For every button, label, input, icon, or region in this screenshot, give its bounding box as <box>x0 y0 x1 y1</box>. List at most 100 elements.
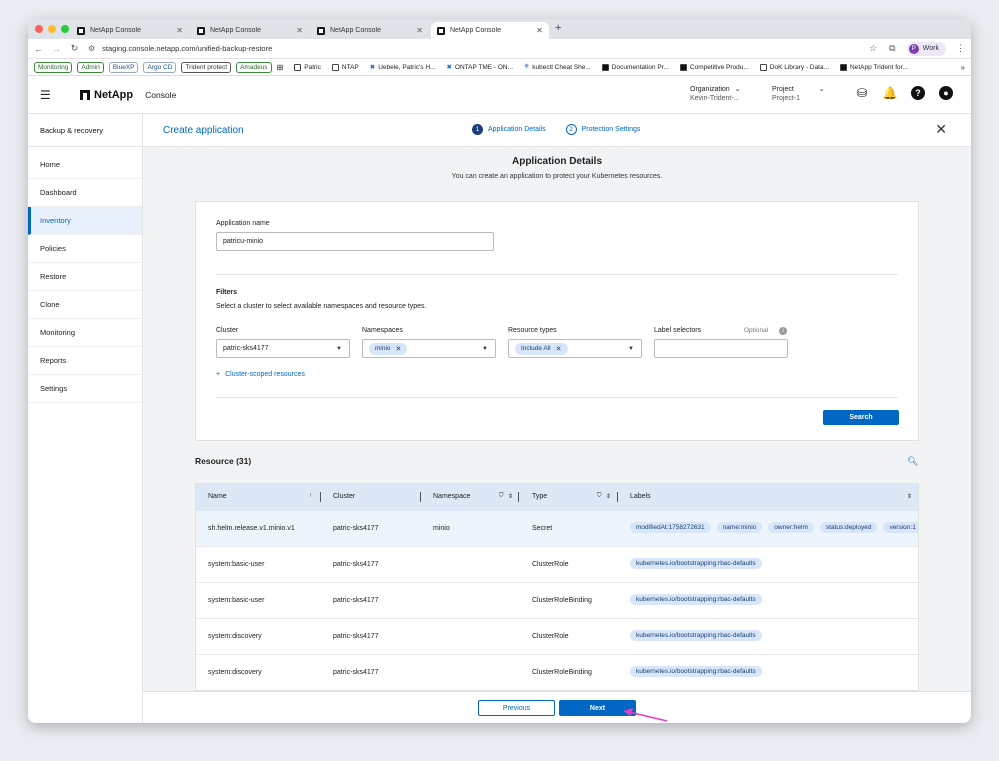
step-application-details[interactable]: 1 Application Details <box>472 124 546 135</box>
column-header-cluster[interactable]: Cluster <box>333 493 355 500</box>
bookmark-competitive[interactable]: Competitive Produ... <box>679 63 749 71</box>
minimize-window-button[interactable] <box>48 25 56 33</box>
bookmark-star-icon[interactable]: ☆ <box>869 43 878 54</box>
cluster-select[interactable]: patric-sks4177 ▼ <box>216 339 350 358</box>
sidebar-item-settings[interactable]: Settings <box>28 375 142 403</box>
search-button[interactable]: Search <box>823 410 899 425</box>
table-row[interactable]: system:basic-user patric-sks4177 Cluster… <box>196 547 918 583</box>
bookmark-folder-patric[interactable]: Patric <box>294 63 321 71</box>
bookmark-ontap-tme[interactable]: ✖ ONTAP TME - ON... <box>446 63 513 72</box>
table-row[interactable]: system:basic-user patric-sks4177 Cluster… <box>196 583 918 619</box>
bookmark-admin[interactable]: Admin <box>77 61 104 73</box>
sidebar-item-clone[interactable]: Clone <box>28 291 142 319</box>
cluster-scoped-resources-link[interactable]: + Cluster-scoped resources <box>216 371 305 378</box>
filter-icon[interactable]: ⛉ <box>499 493 504 500</box>
sidebar-item-policies[interactable]: Policies <box>28 235 142 263</box>
sort-ascending-icon[interactable]: ↑ <box>309 493 312 499</box>
label-selectors-input[interactable] <box>654 339 788 358</box>
sort-icon[interactable]: ⇕ <box>606 493 611 500</box>
bookmark-amadeus[interactable]: Amadeus <box>236 61 272 73</box>
back-arrow-icon[interactable]: ← <box>34 44 43 54</box>
org-value: Kevin-Trident-... <box>690 95 740 102</box>
browser-tab-4-active[interactable]: NetApp Console ✕ <box>431 22 549 39</box>
site-settings-icon[interactable]: ⚙ <box>88 44 95 53</box>
column-header-type[interactable]: Type <box>532 493 547 500</box>
bookmark-label: NTAP <box>341 63 359 71</box>
close-tab-icon[interactable]: ✕ <box>416 26 423 35</box>
column-separator[interactable] <box>518 492 519 502</box>
close-tab-icon[interactable]: ✕ <box>296 26 303 35</box>
bookmark-dok-library[interactable]: DoK Library - Data... <box>759 63 830 71</box>
close-window-button[interactable] <box>35 25 43 33</box>
browser-tab-2[interactable]: NetApp Console ✕ <box>191 22 309 39</box>
hamburger-menu-icon[interactable]: ☰ <box>40 88 54 102</box>
column-header-name[interactable]: Name <box>208 493 227 500</box>
cell-type: ClusterRole <box>532 561 569 568</box>
reload-icon[interactable]: ↻ <box>70 43 79 54</box>
bookmark-uebele[interactable]: ✖ Uebele, Patric's H... <box>370 63 436 72</box>
column-separator[interactable] <box>320 492 321 502</box>
close-wizard-icon[interactable]: ✕ <box>935 121 947 138</box>
resource-types-select[interactable]: Include All ✕ ▼ <box>508 339 642 358</box>
help-icon[interactable]: ? <box>911 86 925 100</box>
sidebar-item-dashboard[interactable]: Dashboard <box>28 179 142 207</box>
sidebar-item-inventory[interactable]: Inventory <box>28 207 142 235</box>
app-name-input[interactable]: patricu-minio <box>216 232 494 251</box>
organization-selector[interactable]: Organization ⌄ Kevin-Trident-... <box>690 85 741 103</box>
project-selector[interactable]: Project ⌄ Project-1 <box>772 85 825 103</box>
forward-arrow-icon[interactable]: → <box>52 44 61 54</box>
bookmark-folder-ntap[interactable]: NTAP <box>331 63 359 71</box>
table-row[interactable]: system:discovery patric-sks4177 ClusterR… <box>196 655 918 690</box>
column-header-namespace[interactable]: Namespace <box>433 493 470 500</box>
cell-name: system:discovery <box>208 669 262 676</box>
sidebar-item-reports[interactable]: Reports <box>28 347 142 375</box>
browser-tab-1[interactable]: NetApp Console ✕ <box>71 22 189 39</box>
column-separator[interactable] <box>617 492 618 502</box>
remove-chip-icon[interactable]: ✕ <box>396 345 402 353</box>
notification-bell-icon[interactable]: 🔔 <box>883 86 898 100</box>
bookmark-trident-protect[interactable]: Trident protect <box>181 61 232 73</box>
column-header-labels[interactable]: Labels <box>630 493 651 500</box>
bookmark-documentation[interactable]: Documentation Pr... <box>601 63 669 71</box>
table-row[interactable]: sh.helm.release.v1.minio.v1 patric-sks41… <box>196 511 918 547</box>
previous-button[interactable]: Previous <box>478 700 555 716</box>
bookmark-netapp-trident[interactable]: NetApp Trident for... <box>840 63 908 71</box>
bookmark-argocd[interactable]: Argo CD <box>143 61 177 73</box>
netapp-logo[interactable]: NetApp <box>80 89 133 101</box>
sidebar-item-monitoring[interactable]: Monitoring <box>28 319 142 347</box>
bookmark-kubectl[interactable]: ⎈ kubectl Cheat She... <box>524 63 591 71</box>
close-tab-icon[interactable]: ✕ <box>176 26 183 35</box>
close-tab-icon[interactable]: ✕ <box>536 26 543 35</box>
table-row[interactable]: system:discovery patric-sks4177 ClusterR… <box>196 619 918 655</box>
info-icon[interactable]: i <box>779 327 787 335</box>
more-bookmarks-icon[interactable]: » <box>961 63 965 72</box>
connector-icon[interactable]: ⛁ <box>855 86 869 100</box>
sidebar-item-restore[interactable]: Restore <box>28 263 142 291</box>
remove-chip-icon[interactable]: ✕ <box>556 345 562 353</box>
maximize-window-button[interactable] <box>61 25 69 33</box>
column-separator[interactable] <box>420 492 421 502</box>
label-chip: kubernetes.io/bootstrapping:rbac-default… <box>630 594 762 605</box>
sidebar-item-home[interactable]: Home <box>28 151 142 179</box>
browser-tab-3[interactable]: NetApp Console ✕ <box>311 22 429 39</box>
browser-window: NetApp Console ✕ NetApp Console ✕ NetApp… <box>28 19 971 723</box>
address-bar: ← → ↻ ⚙ staging.console.netapp.com/unifi… <box>28 39 971 59</box>
sort-icon[interactable]: ⇕ <box>907 493 912 500</box>
extensions-icon[interactable]: ⧉ <box>888 43 897 54</box>
search-icon[interactable]: 🔍︎ <box>907 456 918 467</box>
filter-icon[interactable]: ⛉ <box>597 493 602 500</box>
label-chip: name:minio <box>716 522 763 533</box>
bookmark-label: DoK Library - Data... <box>769 63 830 71</box>
sort-icon[interactable]: ⇕ <box>508 493 513 500</box>
label-chip: kubernetes.io/bootstrapping:rbac-default… <box>630 630 762 641</box>
step-protection-settings[interactable]: 2 Protection Settings <box>565 124 640 135</box>
new-tab-icon[interactable]: + <box>555 22 561 34</box>
bookmark-bluexp[interactable]: BlueXP <box>108 61 139 73</box>
user-account-icon[interactable]: ● <box>939 86 953 100</box>
bookmark-monitoring[interactable]: Monitoring <box>34 61 73 73</box>
profile-button[interactable]: P Work <box>906 41 946 56</box>
apps-grid-icon[interactable]: ⊞ <box>277 63 284 72</box>
url-field[interactable]: ⚙ staging.console.netapp.com/unified-bac… <box>88 44 860 53</box>
namespaces-select[interactable]: minio ✕ ▼ <box>362 339 496 358</box>
browser-menu-icon[interactable]: ⋮ <box>956 43 965 54</box>
